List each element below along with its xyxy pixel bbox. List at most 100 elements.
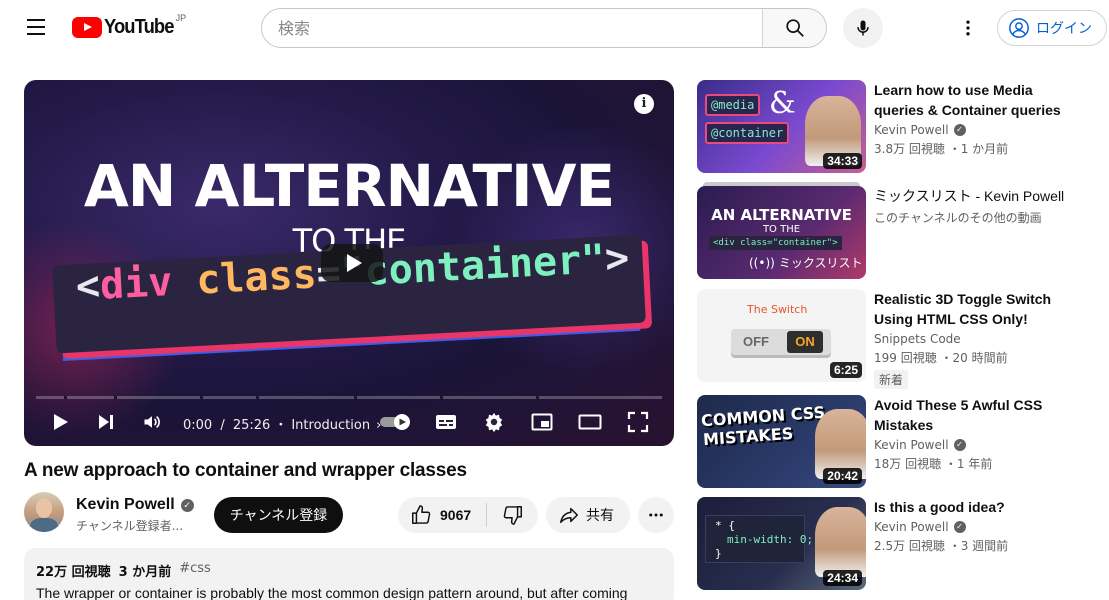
- video-thumbnail[interactable]: * { min-width: 0; } 24:34: [697, 497, 866, 590]
- video-info: Is this a good idea? Kevin Powell ✓ 2.5万…: [874, 497, 1084, 554]
- time-display[interactable]: 0:00 / 25:26 ・ Introduction ›: [183, 414, 381, 433]
- subtitles-button[interactable]: [432, 402, 460, 442]
- hamburger-menu-icon[interactable]: [20, 14, 52, 42]
- microphone-icon: [857, 20, 869, 36]
- like-button[interactable]: 9067: [398, 497, 486, 533]
- broadcast-icon: ((•)): [749, 255, 775, 270]
- video-thumbnail[interactable]: COMMON CSS MISTAKES 20:42: [697, 395, 866, 488]
- channel-name: Kevin Powell: [76, 496, 175, 513]
- play-icon: [54, 414, 68, 430]
- youtube-logo[interactable]: YouTube JP: [72, 13, 187, 41]
- mix-subtitle: このチャンネルのその他の動画: [874, 209, 1084, 226]
- video-meta: 18万 回視聴 ・1 年前: [874, 457, 993, 471]
- theater-mode-button[interactable]: [576, 402, 604, 442]
- video-player[interactable]: AN ALTERNATIVE TO THE <div class="contai…: [24, 80, 674, 446]
- fullscreen-button[interactable]: [624, 402, 652, 442]
- search-bar: [261, 8, 827, 48]
- thumbnail-text: @container: [705, 122, 790, 144]
- view-count: 22万 回視聴: [36, 565, 111, 580]
- creator-photo: [815, 507, 866, 577]
- recommended-video[interactable]: COMMON CSS MISTAKES 20:42 Avoid These 5 …: [697, 395, 1107, 488]
- thumbnail-text: ON: [787, 331, 823, 353]
- video-thumbnail[interactable]: The Switch OFF ON 6:25: [697, 289, 866, 382]
- description-box[interactable]: 22万 回視聴 3 か月前 #css The wrapper or contai…: [24, 548, 674, 600]
- next-button[interactable]: [92, 402, 120, 442]
- chapter-divider: [64, 396, 67, 399]
- channel-name[interactable]: Snippets Code: [874, 332, 961, 346]
- large-play-button[interactable]: [321, 244, 383, 282]
- video-title[interactable]: Avoid These 5 Awful CSS Mistakes: [874, 395, 1084, 435]
- hashtag-link[interactable]: #css: [179, 561, 211, 580]
- miniplayer-button[interactable]: [528, 402, 556, 442]
- like-count: 9067: [440, 507, 472, 523]
- mute-button[interactable]: [138, 402, 166, 442]
- video-thumbnail[interactable]: @media & @container 34:33: [697, 80, 866, 173]
- video-title[interactable]: Is this a good idea?: [874, 497, 1084, 517]
- search-button[interactable]: [762, 9, 826, 47]
- recommended-video[interactable]: @media & @container 34:33 Learn how to u…: [697, 80, 1107, 173]
- subscribe-button[interactable]: チャンネル登録: [214, 497, 343, 533]
- channel-name[interactable]: Kevin Powell: [874, 520, 949, 534]
- channel-name[interactable]: Kevin Powell: [874, 123, 949, 137]
- video-meta: 199 回視聴 ・20 時間前: [874, 351, 1008, 365]
- settings-more-button[interactable]: [952, 12, 984, 44]
- video-meta: 2.5万 回視聴 ・3 週間前: [874, 539, 1009, 553]
- progress-bar[interactable]: [36, 396, 662, 399]
- channel-name-link[interactable]: Kevin Powell ✓: [76, 496, 194, 514]
- chapter-divider: [354, 396, 357, 399]
- channel-name[interactable]: Kevin Powell: [874, 438, 949, 452]
- upload-age: 3 か月前: [118, 565, 172, 580]
- login-button[interactable]: ログイン: [997, 10, 1107, 46]
- share-label: 共有: [586, 508, 614, 524]
- mix-thumbnail[interactable]: AN ALTERNATIVE TO THE <div class="contai…: [697, 186, 866, 279]
- more-actions-button[interactable]: [638, 497, 674, 533]
- recommended-mix[interactable]: AN ALTERNATIVE TO THE <div class="contai…: [697, 182, 1107, 279]
- share-icon: [560, 507, 578, 524]
- chapter-divider: [440, 396, 443, 399]
- search-input[interactable]: [262, 9, 762, 47]
- video-title[interactable]: Realistic 3D Toggle Switch Using HTML CS…: [874, 289, 1084, 329]
- channel-line: Snippets Code: [874, 332, 1084, 346]
- verified-badge-icon: ✓: [953, 521, 966, 533]
- video-meta: 3.8万 回視聴 ・1 か月前: [874, 142, 1009, 156]
- share-button[interactable]: 共有: [546, 497, 630, 533]
- thumbnail-text: &: [769, 86, 796, 121]
- dislike-button[interactable]: [487, 497, 538, 533]
- mix-title[interactable]: ミックスリスト - Kevin Powell: [874, 186, 1084, 206]
- autoplay-toggle[interactable]: [376, 402, 416, 442]
- thumbnail-text: * {: [715, 519, 735, 532]
- video-duration: 20:42: [823, 468, 862, 484]
- logo-country-code: JP: [175, 13, 187, 23]
- volume-icon: [144, 415, 160, 429]
- chapter-divider: [114, 396, 117, 399]
- video-title[interactable]: Learn how to use Media queries & Contain…: [874, 80, 1084, 120]
- verified-badge-icon: ✓: [180, 498, 194, 512]
- thumbnail-text: <div class="container">: [709, 236, 842, 250]
- channel-avatar[interactable]: [24, 492, 64, 532]
- thumbnail-text: AN ALTERNATIVE: [711, 206, 852, 224]
- settings-button[interactable]: [480, 402, 508, 442]
- mix-label: ((•)) ミックスリスト: [749, 254, 862, 271]
- code-tag: div: [98, 258, 174, 309]
- info-icon[interactable]: i: [634, 94, 654, 114]
- top-bar: YouTube JP ログイン: [0, 0, 1109, 56]
- play-button[interactable]: [46, 402, 74, 442]
- thumbnail-title: AN ALTERNATIVE: [83, 152, 615, 220]
- thumbnail-text: }: [715, 547, 722, 560]
- thumbnail-text: @media: [705, 94, 761, 116]
- like-dislike-group: 9067: [398, 497, 538, 533]
- skip-next-icon: [99, 415, 113, 429]
- thumbs-up-icon: [412, 505, 431, 524]
- current-time: 0:00: [183, 418, 213, 433]
- voice-search-button[interactable]: [843, 8, 883, 48]
- recommended-video[interactable]: The Switch OFF ON 6:25 Realistic 3D Togg…: [697, 289, 1107, 389]
- gear-icon: [485, 412, 503, 433]
- autoplay-toggle-icon: [380, 414, 410, 430]
- video-info: Learn how to use Media queries & Contain…: [874, 80, 1084, 157]
- miniplayer-icon: [531, 413, 553, 431]
- chapter-divider: [536, 396, 539, 399]
- youtube-play-logo-icon: [72, 17, 102, 38]
- recommended-video[interactable]: * { min-width: 0; } 24:34 Is this a good…: [697, 497, 1107, 590]
- code-attr: class: [171, 251, 318, 305]
- verified-badge-icon: ✓: [953, 124, 966, 136]
